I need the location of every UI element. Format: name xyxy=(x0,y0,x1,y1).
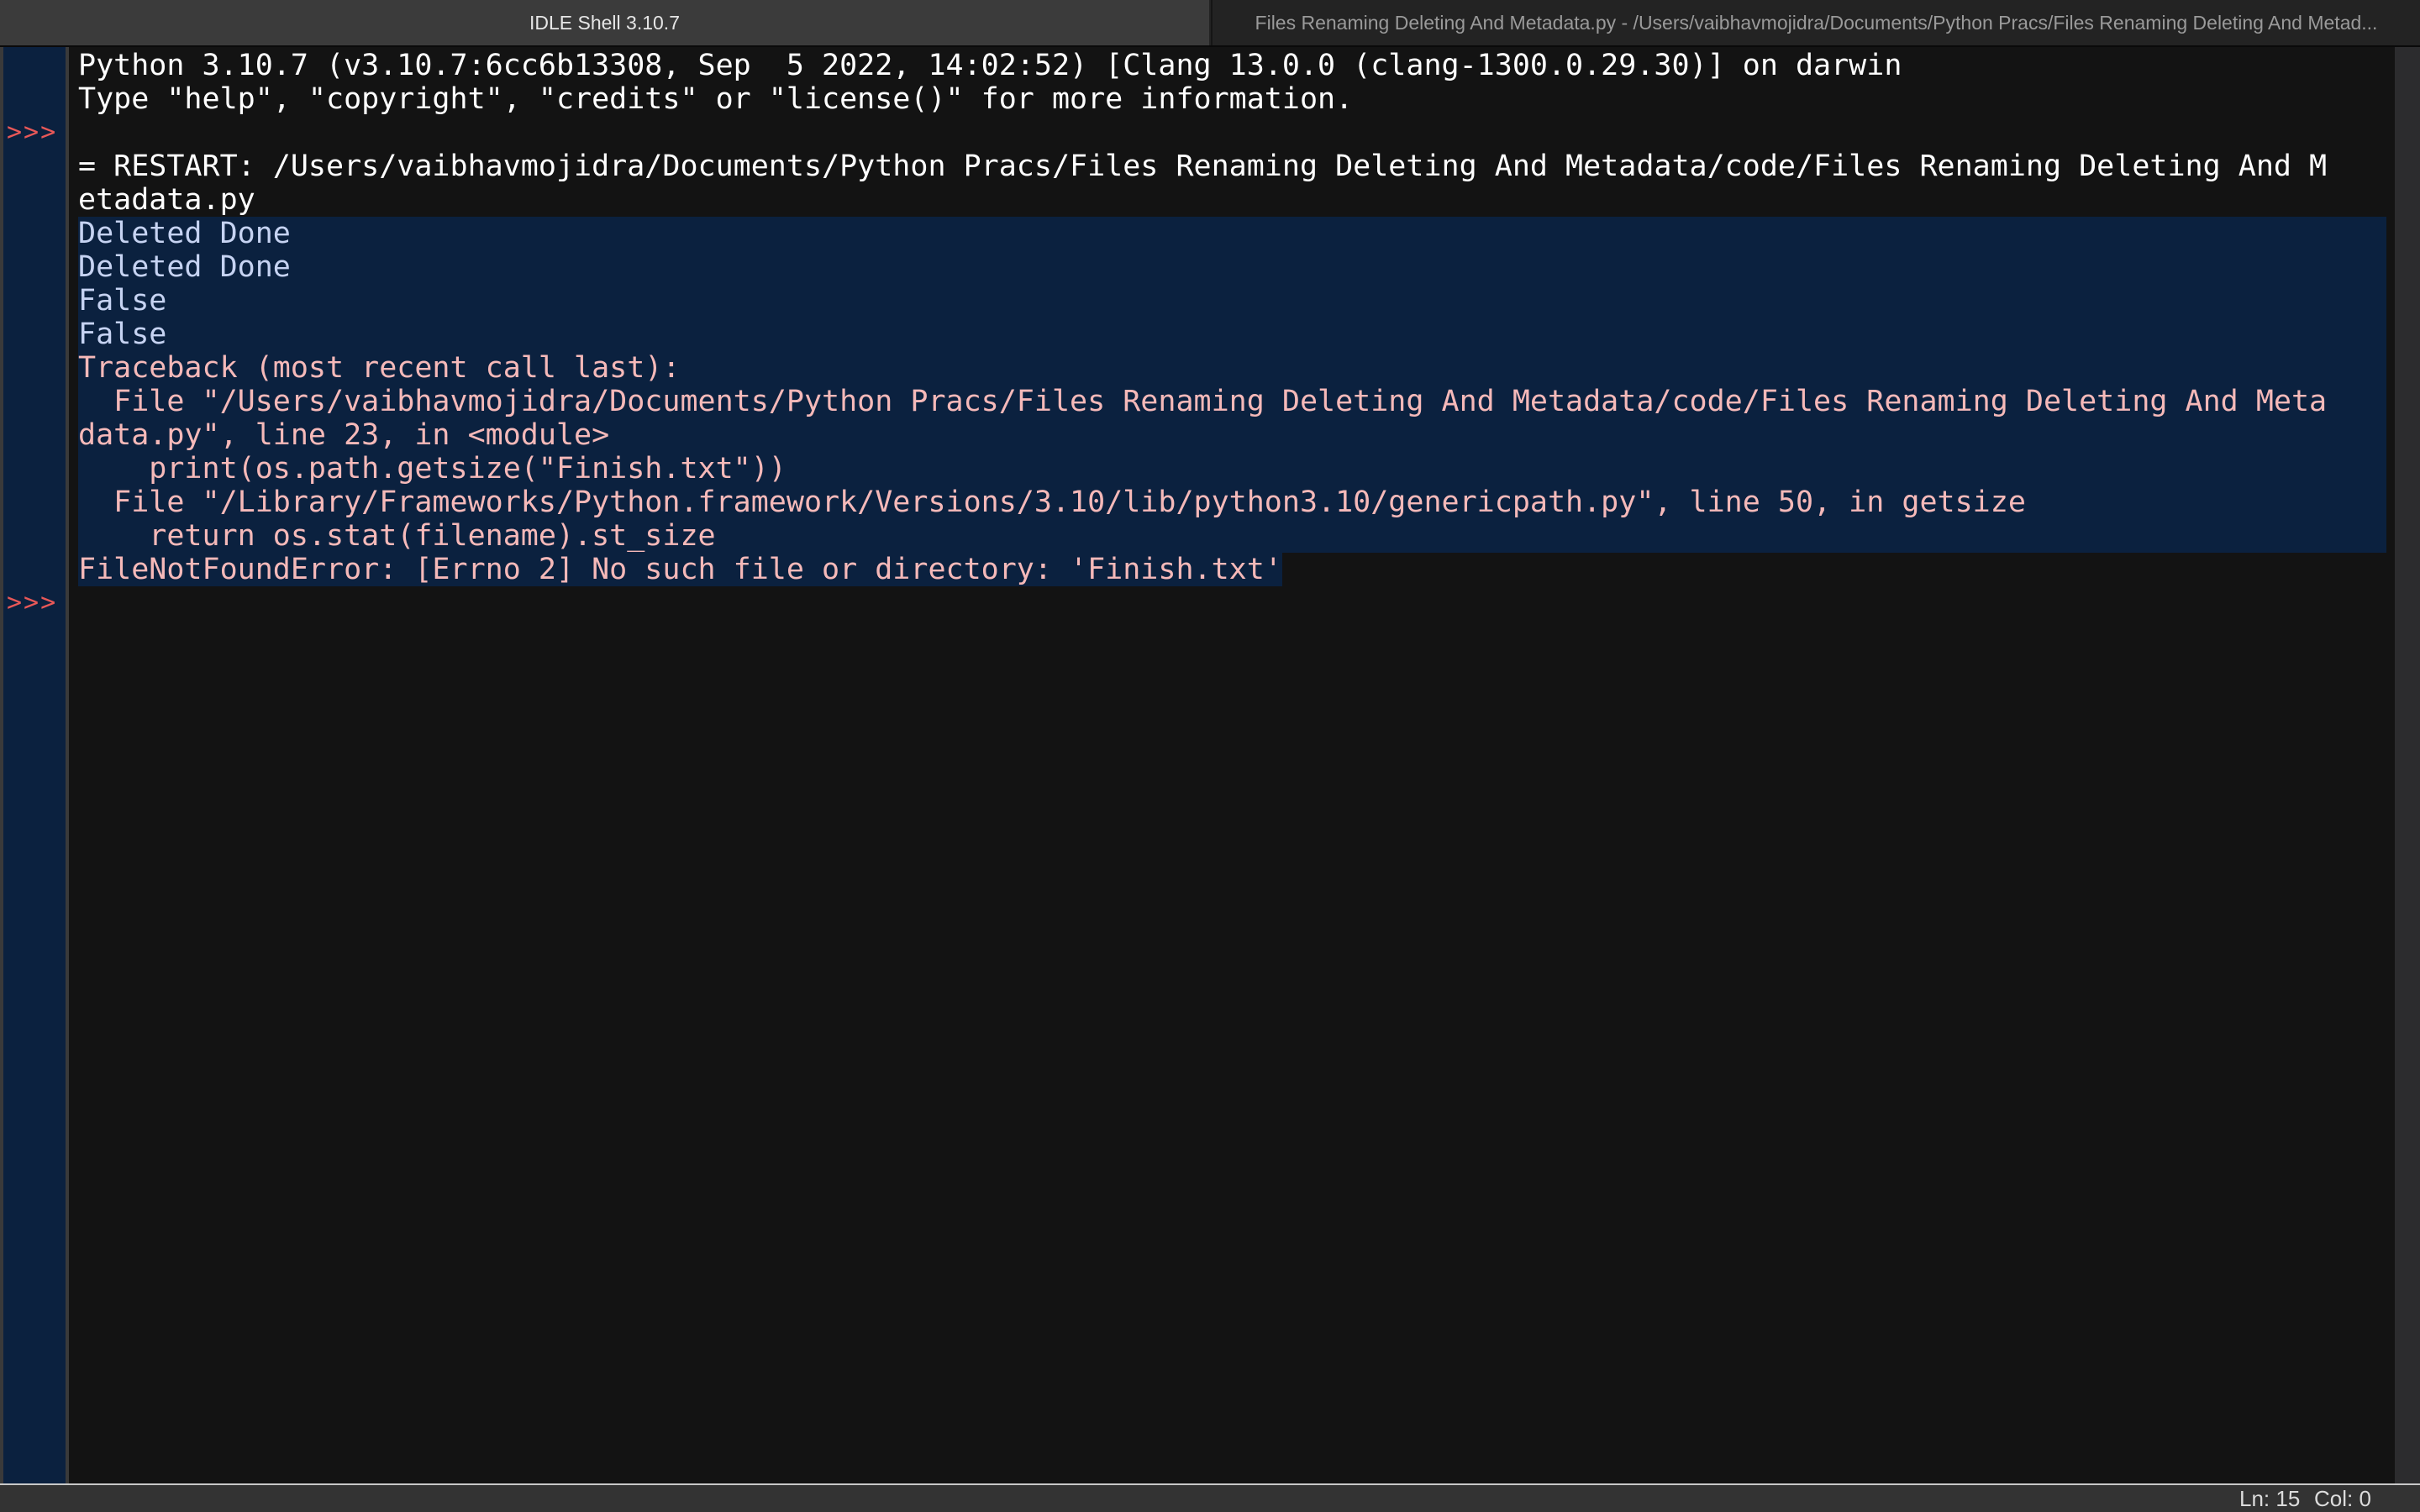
tab-label: Files Renaming Deleting And Metadata.py … xyxy=(1255,12,2378,34)
shell-output-line: False xyxy=(78,284,2386,318)
traceback-line: return os.stat(filename).st_size xyxy=(78,519,2386,553)
tab-label: IDLE Shell 3.10.7 xyxy=(529,12,680,34)
prompt-marker: >>> xyxy=(7,588,58,617)
traceback-header: Traceback (most recent call last): xyxy=(78,351,2386,385)
shell-line-restart: = RESTART: /Users/vaibhavmojidra/Documen… xyxy=(78,150,2328,183)
shell-input-line[interactable] xyxy=(78,586,2397,620)
tab-idle-shell[interactable]: IDLE Shell 3.10.7 xyxy=(0,0,1209,45)
error-message-line: FileNotFoundError: [Errno 2] No such fil… xyxy=(78,553,2397,586)
vertical-scrollbar[interactable] xyxy=(2395,47,2420,1483)
error-message: FileNotFoundError: [Errno 2] No such fil… xyxy=(78,553,1282,586)
tab-bar: IDLE Shell 3.10.7 Files Renaming Deletin… xyxy=(0,0,2420,47)
shell-output-line: Deleted Done xyxy=(78,250,2386,284)
shell-line-banner: Python 3.10.7 (v3.10.7:6cc6b13308, Sep 5… xyxy=(78,49,1902,82)
shell-line-restart-wrap: etadata.py xyxy=(78,183,255,217)
traceback-line: File "/Users/vaibhavmojidra/Documents/Py… xyxy=(78,385,2386,418)
traceback-line: print(os.path.getsize("Finish.txt")) xyxy=(78,452,2386,486)
tab-editor-file[interactable]: Files Renaming Deleting And Metadata.py … xyxy=(1211,0,2420,45)
shell-line-empty-prompt xyxy=(78,116,2397,150)
prompt-gutter xyxy=(3,47,66,1483)
status-bar: Ln: 15 Col: 0 xyxy=(0,1485,2420,1512)
shell-line-help: Type "help", "copyright", "credits" or "… xyxy=(78,82,1354,116)
traceback-line: File "/Library/Frameworks/Python.framewo… xyxy=(78,486,2386,519)
shell-output[interactable]: Python 3.10.7 (v3.10.7:6cc6b13308, Sep 5… xyxy=(78,49,2397,620)
line-number-indicator: Ln: 15 xyxy=(2239,1486,2301,1511)
column-number-indicator: Col: 0 xyxy=(2314,1486,2371,1511)
shell-output-line: False xyxy=(78,318,2386,351)
traceback-line: data.py", line 23, in <module> xyxy=(78,418,2386,452)
shell-output-line: Deleted Done xyxy=(78,217,2386,250)
prompt-marker: >>> xyxy=(7,118,58,147)
